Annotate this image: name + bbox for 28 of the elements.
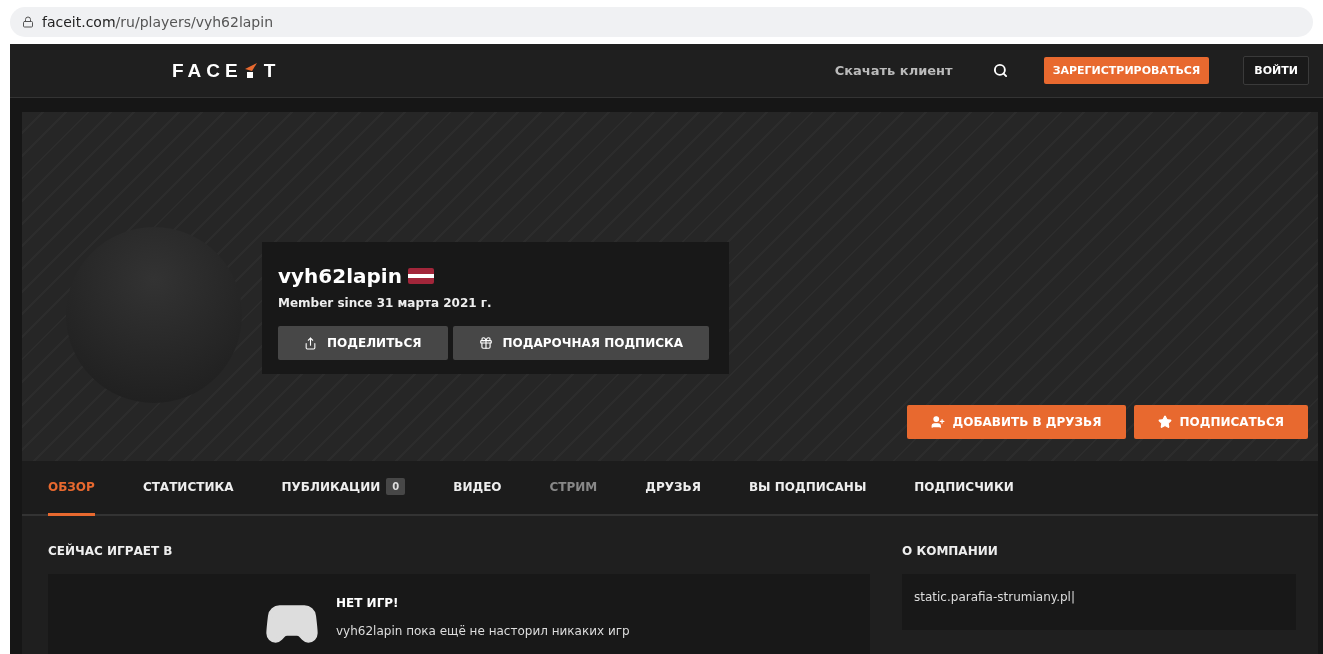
section-title: СЕЙЧАС ИГРАЕТ В bbox=[48, 544, 174, 558]
gift-icon bbox=[478, 336, 493, 351]
profile-tab[interactable]: ВИДЕО bbox=[453, 460, 502, 516]
download-link[interactable]: Скачать клиент bbox=[834, 63, 953, 79]
search-icon[interactable] bbox=[992, 63, 1008, 79]
star-icon bbox=[1157, 414, 1172, 429]
add-user-icon bbox=[930, 414, 945, 429]
share-button[interactable]: ПОДЕЛИТЬСЯ bbox=[278, 326, 448, 361]
address-bar[interactable]: faceit.com/ru/players/vyh62lapin bbox=[10, 7, 1313, 37]
empty-text: vyh62lapin пока ещё не насторил никаких игр bbox=[336, 624, 630, 638]
profile-tab[interactable]: СТАТИСТИКА bbox=[142, 460, 234, 516]
empty-title: НЕТ ИГР! bbox=[336, 596, 400, 610]
gift-button[interactable]: ПОДАРОЧНАЯ ПОДПИСКА bbox=[452, 326, 710, 361]
profile-tab[interactable]: ПОДПИСЧИКИ bbox=[914, 460, 1014, 516]
login-button[interactable]: ВОЙТИ bbox=[1243, 56, 1309, 86]
flag-icon bbox=[407, 268, 434, 285]
logo: FACE T bbox=[172, 59, 281, 82]
section-title: О КОМПАНИИ bbox=[902, 544, 999, 558]
lock-icon bbox=[22, 16, 34, 28]
member-since: Member since 31 марта 2021 г. bbox=[278, 296, 493, 311]
player-name: vyh62lapin bbox=[278, 264, 402, 289]
share-icon bbox=[304, 336, 317, 350]
profile-tab[interactable]: ДРУЗЬЯ bbox=[645, 460, 701, 516]
url-text: faceit.com/ru/players/vyh62lapin bbox=[42, 14, 274, 30]
about-text: static.parafia-strumiany.pl| bbox=[913, 589, 1076, 606]
count-badge: 0 bbox=[386, 478, 406, 496]
profile-tab[interactable]: ВЫ ПОДПИСАНЫ bbox=[748, 460, 867, 516]
profile-tab[interactable]: ПУБЛИКАЦИИ 0 bbox=[281, 460, 406, 516]
